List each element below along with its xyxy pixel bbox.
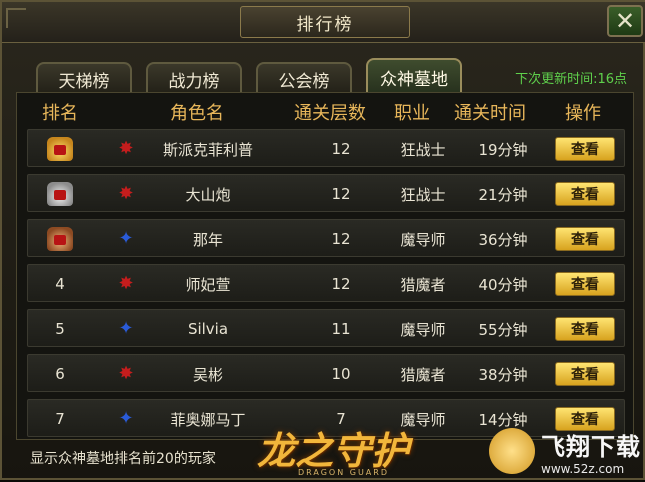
header-floors: 通关层数 [294,103,366,124]
player-job: 狂战士 [400,140,446,159]
mage-emblem-icon: ✦ [118,408,134,429]
tab-gods-tomb[interactable]: 众神墓地 [366,58,462,94]
player-job: 魔导师 [400,320,446,339]
mage-emblem-icon: ✦ [118,228,134,249]
action-cell: 查看 [552,310,618,348]
watermark-text: 飞翔下载 www.52z.com [541,427,641,476]
floors-cleared: 10 [331,365,351,383]
header-time: 通关时间 [454,103,526,124]
table-row: ✸ 大山炮 12 狂战士 21分钟 查看 [27,174,625,212]
table-header: 排名 角色名 通关层数 职业 通关时间 操作 [17,93,633,127]
header-action: 操作 [565,103,601,124]
view-button[interactable]: 查看 [555,182,615,206]
silver-crown-icon [47,182,73,206]
table-row: 5 ✦ Silvia 11 魔导师 55分钟 查看 [27,309,625,347]
view-button[interactable]: 查看 [555,272,615,296]
ranking-window: 排行榜 ✕ 天梯榜 战力榜 公会榜 众神墓地 下次更新时间:16点 排名 角色名… [0,0,645,480]
header-job: 职业 [394,103,430,124]
rank-cell: 5 [40,310,80,348]
bronze-crown-icon [47,227,73,251]
clear-time: 38分钟 [478,365,528,384]
gold-crown-icon [47,137,73,161]
close-button[interactable]: ✕ [607,5,643,37]
clear-time: 40分钟 [478,275,528,294]
rank-number: 6 [55,365,65,383]
rank-cell: 6 [40,355,80,393]
player-name: 那年 [192,230,223,249]
rank-number: 5 [55,320,65,338]
view-button[interactable]: 查看 [555,137,615,161]
warrior-emblem-icon: ✸ [118,138,134,159]
player-name: Silvia [187,320,229,338]
warrior-emblem-icon: ✸ [118,363,134,384]
action-cell: 查看 [552,175,618,213]
watermark-logo-icon [489,428,535,474]
game-logo-subtitle: DRAGON GUARD [298,468,389,477]
rank-cell [40,130,80,168]
clear-time: 21分钟 [478,185,528,204]
floors-cleared: 12 [331,275,351,293]
window-title: 排行榜 [240,6,410,38]
floors-cleared: 12 [331,140,351,158]
rank-cell [40,175,80,213]
next-update-time: 下次更新时间:16点 [515,72,627,87]
tab-power[interactable]: 战力榜 [146,62,242,94]
header-name: 角色名 [170,103,224,124]
action-cell: 查看 [552,220,618,258]
warrior-emblem-icon: ✸ [118,273,134,294]
clear-time: 19分钟 [478,140,528,159]
warrior-emblem-icon: ✸ [118,183,134,204]
tab-guild[interactable]: 公会榜 [256,62,352,94]
action-cell: 查看 [552,265,618,303]
rank-number: 7 [55,410,65,428]
clear-time: 36分钟 [478,230,528,249]
view-button[interactable]: 查看 [555,317,615,341]
player-job: 猎魔者 [400,275,446,294]
rank-cell: 4 [40,265,80,303]
floors-cleared: 12 [331,185,351,203]
ranking-table: 排名 角色名 通关层数 职业 通关时间 操作 ✸ 斯派克菲利普 12 狂战士 19分钟查… [16,92,634,440]
view-button[interactable]: 查看 [555,362,615,386]
site-watermark: 飞翔下载 www.52z.com [483,420,643,482]
rank-number: 4 [55,275,65,293]
rank-cell: 7 [40,400,80,438]
corner-ornament-icon [6,8,26,28]
header-rank: 排名 [42,103,78,124]
tab-ladder[interactable]: 天梯榜 [36,62,132,94]
game-logo: 龙之守护 [257,428,410,473]
action-cell: 查看 [552,355,618,393]
table-row: 6 ✸ 吴彬 10 猎魔者 38分钟 查看 [27,354,625,392]
floors-cleared: 12 [331,230,351,248]
footer-note: 显示众神墓地排名前20的玩家 [30,451,216,467]
player-job: 魔导师 [400,230,446,249]
rank-cell [40,220,80,258]
table-row: 4 ✸ 师妃萱 12 猎魔者 40分钟 查看 [27,264,625,302]
player-job: 猎魔者 [400,365,446,384]
watermark-title: 飞翔下载 [541,432,641,461]
player-name: 吴彬 [192,365,223,384]
mage-emblem-icon: ✦ [118,318,134,339]
table-row: ✸ 斯派克菲利普 12 狂战士 19分钟 查看 [27,129,625,167]
player-name: 大山炮 [185,185,231,204]
player-job: 狂战士 [400,185,446,204]
clear-time: 55分钟 [478,320,528,339]
action-cell: 查看 [552,130,618,168]
table-row: ✦ 那年 12 魔导师 36分钟 查看 [27,219,625,257]
tab-bar: 天梯榜 战力榜 公会榜 众神墓地 [36,58,462,94]
player-name: 斯派克菲利普 [162,140,253,159]
floors-cleared: 11 [331,320,351,338]
player-name: 师妃萱 [185,275,231,294]
view-button[interactable]: 查看 [555,227,615,251]
watermark-url: www.52z.com [541,461,625,476]
title-bar: 排行榜 ✕ [2,2,645,43]
